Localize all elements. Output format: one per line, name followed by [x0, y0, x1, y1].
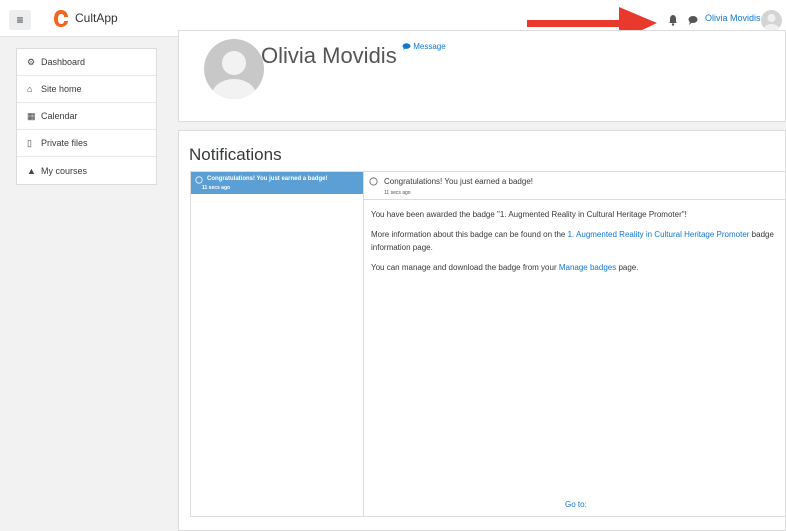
dashboard-icon: ⚙	[27, 56, 36, 67]
sidebar-item-private-files[interactable]: ▯ Private files	[17, 130, 156, 157]
notification-paragraph: More information about this badge can be…	[371, 228, 781, 254]
message-label: Message	[413, 42, 446, 51]
notification-list-item[interactable]: Congratulations! You just earned a badge…	[191, 172, 363, 194]
sidebar-item-label: Calendar	[41, 111, 78, 121]
text-fragment: More information about this badge can be…	[371, 230, 568, 239]
notifications-heading: Notifications	[189, 145, 282, 164]
profile-picture[interactable]	[204, 39, 264, 99]
sidebar-item-site-home[interactable]: ⌂ Site home	[17, 76, 156, 103]
file-icon: ▯	[27, 137, 32, 148]
message-button[interactable]: Message	[402, 42, 446, 51]
sidebar-item-label: My courses	[41, 165, 88, 176]
go-to-link[interactable]: Go to:	[565, 500, 587, 509]
notification-bell-icon[interactable]	[668, 14, 678, 26]
calendar-icon: ▦	[27, 110, 36, 121]
notification-detail-header: Congratulations! You just earned a badge…	[364, 172, 786, 200]
badge-icon	[195, 176, 203, 184]
messages-icon[interactable]	[688, 15, 698, 25]
notification-subject: Congratulations! You just earned a badge…	[207, 176, 328, 182]
text-fragment: You can manage and download the badge fr…	[371, 263, 559, 272]
notification-panel: Congratulations! You just earned a badge…	[190, 171, 786, 517]
sidebar-item-calendar[interactable]: ▦ Calendar	[17, 103, 156, 130]
user-menu-name[interactable]: Olivia Movidis	[705, 13, 761, 23]
home-icon: ⌂	[27, 84, 33, 94]
manage-badges-link[interactable]: Manage badges	[559, 263, 616, 272]
notification-list: Congratulations! You just earned a badge…	[191, 172, 364, 516]
notification-detail-time: 11 secs ago	[384, 190, 411, 196]
brand-name[interactable]: CultApp	[75, 11, 118, 25]
sidebar-item-label: Site home	[41, 84, 82, 94]
chat-bubble-icon	[402, 43, 411, 50]
page-header: Olivia Movidis Message	[178, 30, 786, 122]
graduation-cap-icon: ▲	[27, 165, 36, 176]
sidebar-item-my-courses[interactable]: ▲ My courses	[17, 157, 156, 184]
notification-detail: Congratulations! You just earned a badge…	[364, 172, 786, 516]
main-region: Notifications Congratulations! You just …	[178, 130, 786, 531]
text-fragment: page.	[616, 263, 639, 272]
nav-drawer: ⚙ Dashboard ⌂ Site home ▦ Calendar ▯ Pri…	[16, 48, 157, 185]
badge-info-link[interactable]: 1. Augmented Reality in Cultural Heritag…	[568, 230, 750, 239]
notification-paragraph: You can manage and download the badge fr…	[371, 261, 781, 274]
menu-toggle-button[interactable]: ≡	[9, 10, 31, 30]
sidebar-item-label: Private files	[41, 138, 88, 148]
notification-paragraph: You have been awarded the badge "1. Augm…	[371, 210, 687, 219]
notification-detail-subject: Congratulations! You just earned a badge…	[384, 177, 534, 186]
badge-icon	[369, 177, 378, 186]
notification-time: 11 secs ago	[202, 185, 231, 191]
notification-detail-body: You have been awarded the badge "1. Augm…	[371, 208, 781, 281]
sidebar-item-dashboard[interactable]: ⚙ Dashboard	[17, 49, 156, 76]
avatar-placeholder-icon	[212, 51, 256, 99]
sidebar-item-label: Dashboard	[41, 57, 86, 67]
page-title: Olivia Movidis	[261, 43, 397, 68]
user-avatar[interactable]	[761, 10, 782, 31]
avatar-placeholder-icon	[764, 14, 779, 31]
cultapp-logo-icon[interactable]	[53, 9, 69, 28]
